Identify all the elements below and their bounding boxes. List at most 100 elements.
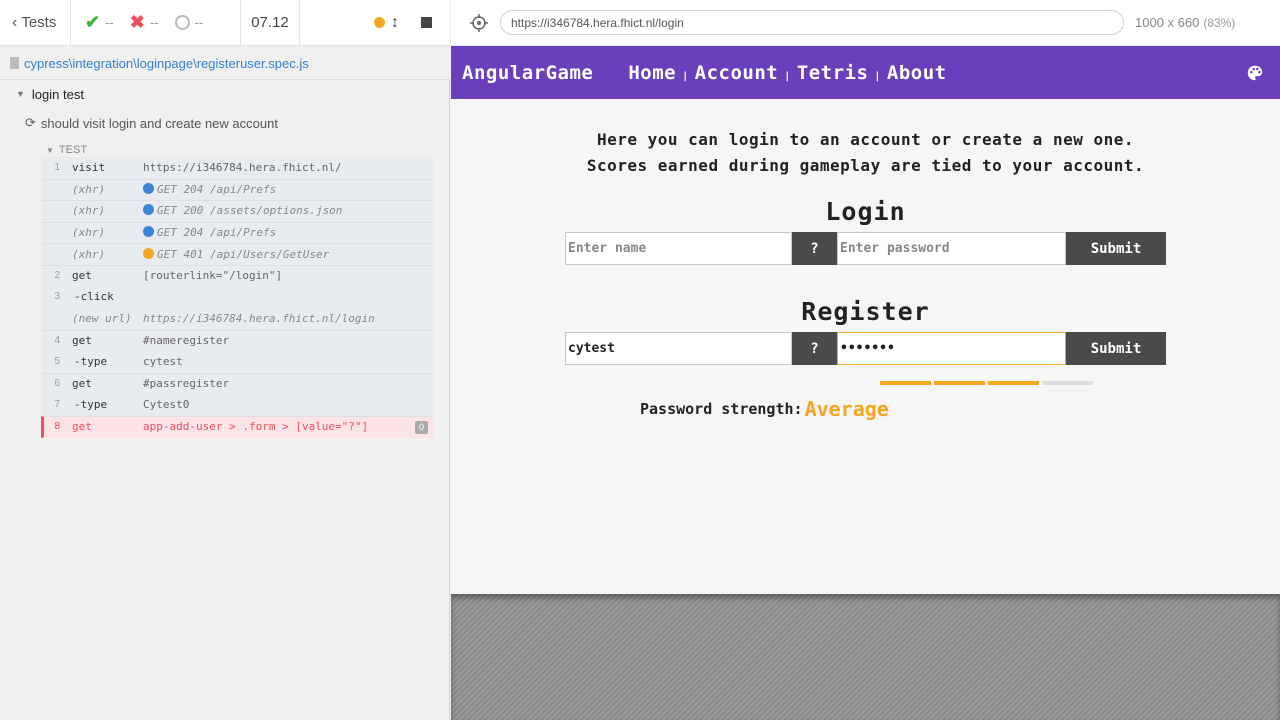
register-form: ? Submit — [565, 332, 1166, 365]
nav-tetris[interactable]: Tetris — [797, 62, 869, 84]
suite-title[interactable]: ▼ login test — [0, 84, 450, 104]
command-log: 1 visit https://i346784.hera.fhict.nl/ (xhr… — [41, 157, 434, 438]
command-number: 1 — [54, 161, 60, 173]
intro-line-2: Scores earned during gameplay are tied t… — [586, 156, 1145, 175]
command-name: get — [72, 334, 92, 348]
command-message: app-add-user > .form > [value="?"] — [143, 420, 434, 433]
tests-label: Tests — [21, 14, 57, 31]
test-title-text: should visit login and create new accoun… — [40, 115, 278, 131]
brand-link[interactable]: AngularGame — [462, 62, 593, 84]
register-help-button[interactable]: ? — [792, 332, 837, 365]
command-name: -type — [74, 355, 108, 369]
intro-line-1: Here you can login to an account or crea… — [596, 130, 1135, 149]
command-message-text: cytest — [143, 355, 183, 369]
command-message: cytest — [143, 355, 434, 368]
command-name: (new url) — [72, 311, 132, 325]
password-strength: Password strength: Average — [640, 397, 1280, 421]
url-field[interactable]: https://i346784.hera.fhict.nl/login — [500, 10, 1124, 35]
refresh-icon: ⟳ — [25, 115, 36, 130]
selector-playground-icon[interactable] — [469, 13, 489, 33]
intro-text: Here you can login to an account or crea… — [451, 127, 1280, 179]
register-name-input[interactable] — [565, 332, 792, 365]
strength-label: Password strength: — [640, 400, 803, 418]
command-message: [routerlink="/login"] — [143, 269, 434, 282]
pending-count: -- — [194, 15, 204, 30]
viewport-background — [451, 594, 1280, 720]
command-row[interactable]: (xhr) GET 200 /assets/options.json — [41, 200, 434, 222]
login-name-input[interactable] — [565, 232, 792, 265]
running-indicator-icon — [374, 17, 385, 28]
command-row[interactable]: 2 get [routerlink="/login"] — [41, 264, 434, 287]
nav-separator: | — [784, 71, 791, 82]
command-number: 4 — [54, 335, 60, 347]
login-submit-button[interactable]: Submit — [1066, 232, 1166, 265]
command-name: get — [72, 269, 92, 283]
retry-count-badge: 0 — [415, 421, 428, 435]
status-dot-icon — [143, 204, 154, 216]
command-name: get — [72, 420, 92, 434]
nav-home[interactable]: Home — [628, 62, 676, 84]
pending-stat: -- — [174, 15, 204, 30]
command-row[interactable]: 3 -click — [41, 287, 434, 309]
status-dot-icon — [143, 226, 154, 238]
command-row[interactable]: (xhr) GET 204 /api/Prefs — [41, 221, 434, 244]
command-name: -click — [74, 290, 114, 304]
nav-about[interactable]: About — [887, 62, 947, 84]
caret-down-icon: ▼ — [46, 145, 54, 155]
palette-icon[interactable] — [1246, 64, 1264, 82]
login-password-input[interactable] — [837, 232, 1066, 265]
command-row[interactable]: (xhr) GET 401 /api/Users/GetUser — [41, 243, 434, 265]
file-icon — [10, 57, 19, 69]
command-row[interactable]: 4 get #nameregister — [41, 329, 434, 352]
command-name: (xhr) — [72, 182, 106, 196]
stats: ✔ -- ✖ -- -- — [71, 0, 241, 46]
navbar: AngularGame Home | Account | Tetris | Ab… — [451, 46, 1280, 99]
command-message-text: #passregister — [143, 377, 230, 391]
command-row[interactable]: (new url) https://i346784.hera.fhict.nl/l… — [41, 308, 434, 330]
reporter-header: ‹ Tests ✔ -- ✖ -- -- 07.12 ↕ — [0, 0, 450, 46]
command-row[interactable]: 7 -type Cytest0 — [41, 395, 434, 417]
register-password-input[interactable] — [837, 332, 1066, 365]
failed-stat: ✖ -- — [130, 12, 159, 33]
strength-value: Average — [804, 397, 889, 421]
command-row[interactable]: 1 visit https://i346784.hera.fhict.nl/ — [41, 157, 434, 179]
command-number: 7 — [54, 399, 60, 411]
nav-separator: | — [874, 71, 881, 82]
run-controls: ↕ — [300, 0, 450, 46]
status-dot-icon — [143, 182, 154, 194]
password-strength-meter — [880, 381, 1280, 385]
circle-icon — [174, 15, 190, 30]
stop-button[interactable] — [421, 17, 432, 28]
chevron-left-icon: ‹ — [12, 13, 18, 31]
spec-path-bar: cypress\integration\loginpage\registerus… — [0, 47, 450, 80]
scroll-toggle-icon[interactable]: ↕ — [391, 14, 399, 32]
command-row[interactable]: 5 -type cytest — [41, 351, 434, 373]
test-section-text: TEST — [58, 144, 88, 156]
command-name: (xhr) — [72, 247, 106, 261]
command-row-failed[interactable]: 8 get app-add-user > .form > [value="?"] 0 — [41, 416, 434, 438]
command-message-text: #nameregister — [143, 334, 230, 348]
test-title[interactable]: ⟳ should visit login and create new acco… — [0, 110, 450, 136]
spec-path[interactable]: cypress\integration\loginpage\registerus… — [24, 56, 309, 71]
strength-segment — [988, 381, 1039, 385]
nav-separator: | — [682, 71, 689, 82]
command-message: GET 204 /api/Prefs — [143, 226, 434, 239]
caret-down-icon: ▼ — [16, 89, 25, 99]
command-message: https://i346784.hera.fhict.nl/ — [143, 161, 434, 174]
status-dot-icon — [143, 247, 154, 259]
command-message-text: GET 204 /api/Prefs — [157, 182, 277, 196]
command-row[interactable]: (xhr) GET 204 /api/Prefs — [41, 178, 434, 201]
tests-button[interactable]: ‹ Tests — [0, 0, 71, 46]
command-message-text: https://i346784.hera.fhict.nl/login — [143, 311, 375, 325]
runner-toolbar: https://i346784.hera.fhict.nl/login 1000… — [451, 0, 1280, 46]
nav-account[interactable]: Account — [695, 62, 779, 84]
zoom-level: (83%) — [1203, 16, 1236, 30]
command-message: #nameregister — [143, 334, 434, 347]
command-row[interactable]: 6 get #passregister — [41, 372, 434, 395]
check-icon: ✔ — [85, 12, 101, 32]
suite-title-text: login test — [31, 86, 84, 102]
command-number: 6 — [54, 378, 60, 390]
login-help-button[interactable]: ? — [792, 232, 837, 265]
register-submit-button[interactable]: Submit — [1066, 332, 1166, 365]
suite: ▼ login test ⟳ should visit login and cr… — [0, 84, 450, 160]
